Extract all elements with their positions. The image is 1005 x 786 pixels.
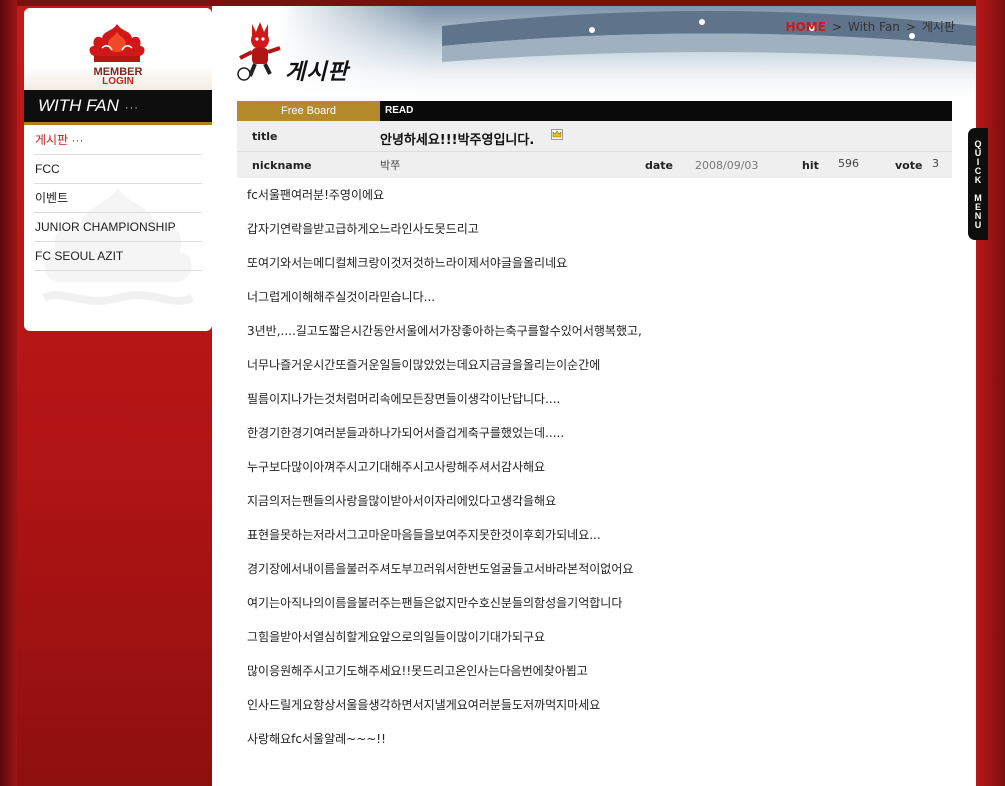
- post-line: 여기는아직나의이름을불러주는팬들은없지만수호신분들의함성을기억합니다: [247, 596, 623, 610]
- sidebar-menu: 게시판 ··· FCC 이벤트 JUNIOR CHAMPIONSHIP FC S…: [34, 126, 202, 271]
- hit-value: 596: [838, 157, 859, 170]
- nickname-label: nickname: [252, 159, 312, 172]
- breadcrumb-section-link[interactable]: With Fan: [848, 20, 900, 34]
- crown-icon: [551, 129, 563, 140]
- frame-left: [0, 0, 17, 786]
- post-line: fc서울팬여러분!주영이에요: [247, 188, 385, 202]
- page-title: 게시판: [285, 60, 349, 85]
- post-title-row: title 안녕하세요!!!박주영입니다.: [237, 121, 952, 152]
- section-title-withfan: WITH FAN ···: [24, 90, 212, 125]
- sidebar-item-junior-championship[interactable]: JUNIOR CHAMPIONSHIP: [34, 213, 202, 242]
- free-board-tab[interactable]: Free Board: [237, 101, 380, 121]
- date-label: date: [645, 159, 674, 172]
- login-label: LOGIN: [102, 76, 134, 87]
- nickname-value: 박쭈: [380, 159, 401, 172]
- date-value: 2008/09/03: [695, 159, 759, 172]
- section-title-label: WITH FAN: [38, 96, 119, 115]
- breadcrumb-current: 게시판: [921, 20, 955, 34]
- post-line: 한경기한경기여러분들과하나가되어서즐겁게축구를했었는데.....: [247, 426, 565, 440]
- mascot-icon: [237, 22, 281, 81]
- board-header: Free Board READ: [237, 101, 952, 121]
- left-panel: MEMBER LOGIN WITH FAN ··· 게시판 ··· FCC 이벤트…: [24, 8, 212, 331]
- breadcrumb: HOME > With Fan > 게시판: [786, 18, 955, 35]
- member-login-button[interactable]: MEMBER LOGIN: [24, 8, 212, 90]
- post-line: 경기장에서내이름을불러주셔도부끄러워서한번도얼굴들고서바라본적이없어요: [247, 562, 634, 576]
- post-line: 필름이지나가는것처럼머리속에모든장면들이생각이난답니다....: [247, 392, 561, 406]
- breadcrumb-separator: >: [831, 20, 842, 34]
- post-line: 3년반,....길고도짧은시간동안서울에서가장좋아하는축구를할수있어서행복했고,: [247, 324, 642, 338]
- quick-menu-letter: K: [974, 175, 982, 185]
- title-label: title: [252, 130, 278, 143]
- post-line: 그힘을받아서열심히할게요앞으로의일들이많이기대가되구요: [247, 630, 546, 644]
- vote-label: vote: [895, 159, 923, 172]
- breadcrumb-home-link[interactable]: HOME: [786, 20, 826, 34]
- vote-value: 3: [932, 157, 939, 170]
- post-line: 너그럽게이해해주실것이라믿습니다...: [247, 290, 436, 304]
- section-dots: ···: [124, 102, 139, 114]
- sidebar-item-board[interactable]: 게시판 ···: [34, 126, 202, 155]
- hit-label: hit: [802, 159, 819, 172]
- post-line: 또여기와서는메디컬체크랑이것저것하느라이제서야글을올리네요: [247, 256, 568, 270]
- post-line: 많이응원해주시고기도해주세요!!못드리고온인사는다음번에찾아뵙고: [247, 664, 588, 678]
- flame-emblem-icon: [89, 24, 145, 62]
- quick-menu-letter: U: [974, 220, 982, 230]
- sidebar-item-fc-seoul-azit[interactable]: FC SEOUL AZIT: [34, 242, 202, 271]
- post-body: fc서울팬여러분!주영이에요 갑자기연락을받고급하게오느라인사도못드리고 또여기…: [247, 186, 947, 764]
- sidebar-item-fcc[interactable]: FCC: [34, 155, 202, 184]
- post-line: 사랑해요fc서울알레~~~!!: [247, 732, 386, 746]
- post-line: 인사드릴게요항상서울을생각하면서지낼게요여러분들도저까먹지마세요: [247, 698, 601, 712]
- sidebar-item-event[interactable]: 이벤트: [34, 184, 202, 213]
- post-line: 지금의저는팬들의사랑을많이받아서이자리에있다고생각을해요: [247, 494, 557, 508]
- post-line: 갑자기연락을받고급하게오느라인사도못드리고: [247, 222, 479, 236]
- post-meta-row: nickname 박쭈 date 2008/09/03 hit 596 vote…: [237, 152, 952, 178]
- post-line: 표현을못하는저라서그고마운마음들을보여주지못한것이후회가되네요...: [247, 528, 601, 542]
- post-line: 너무나즐거운시간또즐거운일들이많았었는데요지금글을올리는이순간에: [247, 358, 601, 372]
- breadcrumb-separator: >: [905, 20, 916, 34]
- post-line: 누구보다많이아껴주시고기대해주시고사랑해주셔서감사해요: [247, 460, 546, 474]
- frame-right: [976, 0, 1005, 786]
- quick-menu-button[interactable]: Q U I C K M E N U: [968, 128, 988, 240]
- read-mode-label: READ: [385, 105, 414, 116]
- post-title: 안녕하세요!!!박주영입니다.: [380, 133, 535, 148]
